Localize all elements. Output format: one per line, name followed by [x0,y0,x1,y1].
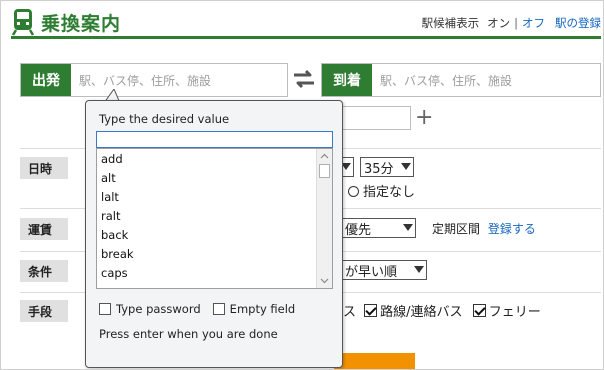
list-item[interactable]: alt [97,169,134,188]
header-options: 駅候補表示 オン | オフ 駅の登録 [422,15,601,31]
departure-tag: 出発 [21,64,71,96]
via-input[interactable] [331,106,411,130]
list-item[interactable]: back [97,226,134,245]
value-input[interactable] [96,131,333,148]
list-item[interactable]: lalt [97,188,134,207]
station-display-on[interactable]: オン [487,15,510,31]
list-item[interactable]: ralt [97,207,134,226]
station-register-link[interactable]: 駅の登録 [555,15,601,31]
station-display-label: 駅候補表示 [421,16,480,30]
means-bus-tail: ス [343,305,357,320]
train-icon [11,9,35,36]
type-password-checkbox[interactable] [99,303,111,315]
add-via-icon[interactable]: + [415,106,433,130]
value-input-popup: Type the desired value add alt lalt ralt bac… [85,100,343,368]
sort-select[interactable]: が早い順 [341,260,427,280]
scroll-thumb[interactable] [319,164,330,178]
register-link[interactable]: 登録する [488,222,536,236]
datetime-label: 日時 [20,157,68,179]
station-display-off-link[interactable]: オフ [522,15,545,31]
browser-page: 乗換案内 駅候補表示 オン | オフ 駅の登録 出発 駅、バス停、住所、施設 到… [0,0,604,370]
popup-title: Type the desired value [99,112,230,126]
site-logo[interactable]: 乗換案内 [11,8,121,36]
route-bus-checkbox[interactable] [364,304,378,317]
popup-options: Type password Empty field [99,302,295,316]
empty-field-checkbox[interactable] [212,303,225,315]
arrival-input[interactable]: 駅、バス停、住所、施設 [372,64,512,96]
site-header: 乗換案内 駅候補表示 オン | オフ 駅の登録 [11,5,601,39]
ferry-label: フェリー [488,305,541,320]
sort-select-value: が早い順 [345,264,398,280]
no-spec-label: 指定なし [363,185,416,200]
no-spec-option[interactable]: 指定なし [348,181,415,200]
popup-hint: Press enter when you are done [99,327,278,341]
fare-select[interactable]: 優先 [341,218,416,238]
condition-label: 条件 [20,260,68,282]
minute-select[interactable]: 35分 [360,157,414,177]
value-list-items: add alt lalt ralt back break caps [97,150,134,283]
route-bus-label: 路線/連絡バス [380,305,463,320]
departure-field[interactable]: 出発 駅、バス停、住所、施設 [20,63,288,97]
fare-select-value: 優先 [345,222,372,238]
list-item[interactable]: break [97,245,134,264]
list-item[interactable]: caps [97,264,134,283]
list-scrollbar[interactable] [316,149,332,288]
list-item[interactable]: add [97,150,134,169]
minute-value: 35分 [364,161,394,177]
no-spec-radio[interactable] [348,186,359,197]
means-options: ス 路線/連絡バス フェリー [343,301,541,320]
empty-field-label: Empty field [229,302,296,316]
means-label: 手段 [20,300,68,322]
page-title: 乗換案内 [41,12,122,35]
type-password-label: Type password [116,302,201,316]
separator: | [514,16,518,30]
commuter-section: 定期区間 登録する [432,220,536,237]
scroll-up-icon[interactable] [320,152,329,161]
fare-label: 運賃 [20,218,68,240]
search-button[interactable] [334,353,415,369]
scroll-down-icon[interactable] [320,276,329,285]
commuter-label: 定期区間 [432,222,481,236]
swap-icon[interactable] [292,68,316,90]
departure-input[interactable]: 駅、バス停、住所、施設 [71,64,211,96]
value-list[interactable]: add alt lalt ralt back break caps [96,148,333,289]
arrival-field[interactable]: 到着 駅、バス停、住所、施設 [321,63,601,97]
arrival-tag: 到着 [322,64,372,96]
ferry-checkbox[interactable] [472,304,486,317]
